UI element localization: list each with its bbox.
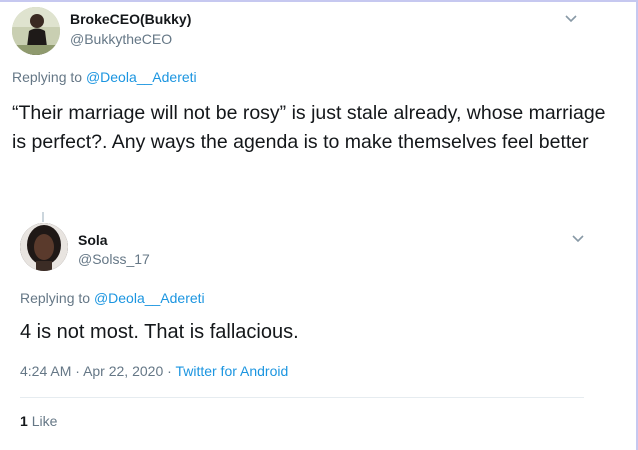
tweet-meta: 4:24 AM · Apr 22, 2020 · Twitter for And… [20, 363, 288, 379]
tweet-text: “Their marriage will not be rosy” is jus… [12, 102, 606, 153]
likes-stat[interactable]: 1 Like [20, 413, 57, 429]
like-label: Like [31, 413, 58, 429]
user-handle[interactable]: @BukkytheCEO [70, 31, 172, 47]
replying-to: Replying to @Deola__Adereti [12, 69, 197, 85]
tweet-text: 4 is not most. That is fallacious. [20, 321, 299, 343]
tweet-time[interactable]: 4:24 AM [20, 363, 71, 379]
chevron-down-icon[interactable] [561, 9, 581, 29]
replying-prefix: Replying to [20, 290, 91, 306]
user-handle[interactable]: @Solss_17 [78, 251, 150, 267]
replying-to: Replying to @Deola__Adereti [20, 290, 205, 306]
avatar-photo-icon [12, 7, 60, 55]
replying-prefix: Replying to [12, 69, 83, 85]
window-top-border [0, 0, 638, 2]
thread-connector [42, 212, 44, 222]
avatar[interactable] [12, 7, 60, 55]
meta-separator: · [75, 363, 80, 379]
meta-separator: · [167, 363, 172, 379]
tweet-date[interactable]: Apr 22, 2020 [83, 363, 163, 379]
display-name[interactable]: BrokeCEO(Bukky) [70, 11, 191, 27]
display-name[interactable]: Sola [78, 232, 108, 248]
like-count: 1 [20, 413, 28, 429]
avatar-photo-icon [20, 223, 68, 271]
chevron-down-icon[interactable] [568, 229, 588, 249]
mention-link[interactable]: @Deola__Adereti [86, 69, 197, 85]
tweet-source-link[interactable]: Twitter for Android [175, 363, 288, 379]
mention-link[interactable]: @Deola__Adereti [94, 290, 205, 306]
divider [20, 397, 584, 398]
avatar[interactable] [20, 223, 68, 271]
